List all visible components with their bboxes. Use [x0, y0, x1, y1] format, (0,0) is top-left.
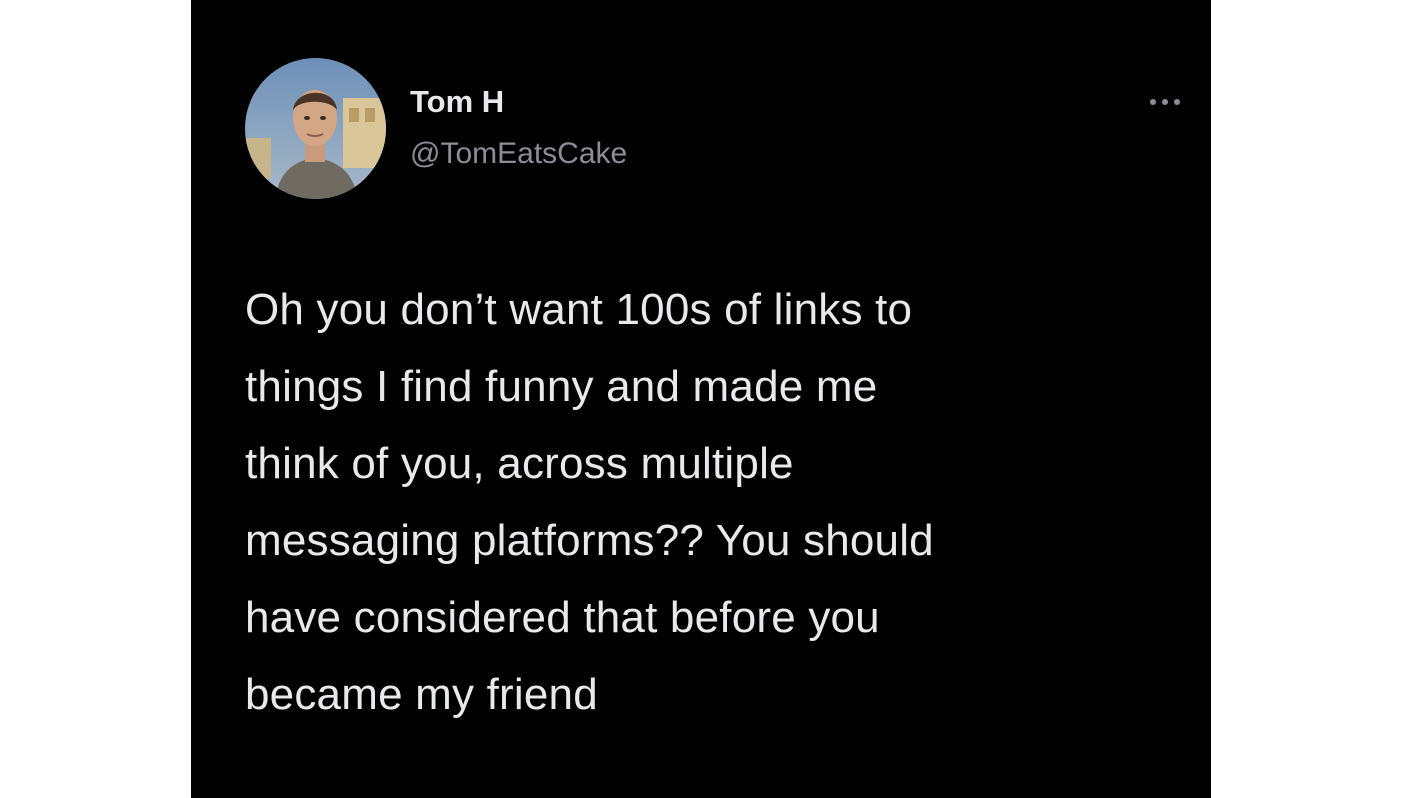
more-options-icon	[1150, 99, 1180, 105]
screenshot-canvas: Tom H @TomEatsCake Oh you don’t want 100…	[0, 0, 1412, 798]
user-avatar-icon	[245, 58, 386, 199]
more-options-button[interactable]	[1144, 90, 1186, 114]
author-display-name[interactable]: Tom H	[410, 84, 504, 120]
avatar[interactable]	[245, 58, 386, 199]
author-handle[interactable]: @TomEatsCake	[410, 136, 627, 172]
tweet-text: Oh you don’t want 100s of links to thing…	[245, 285, 934, 719]
tweet-card: Tom H @TomEatsCake Oh you don’t want 100…	[191, 0, 1211, 798]
